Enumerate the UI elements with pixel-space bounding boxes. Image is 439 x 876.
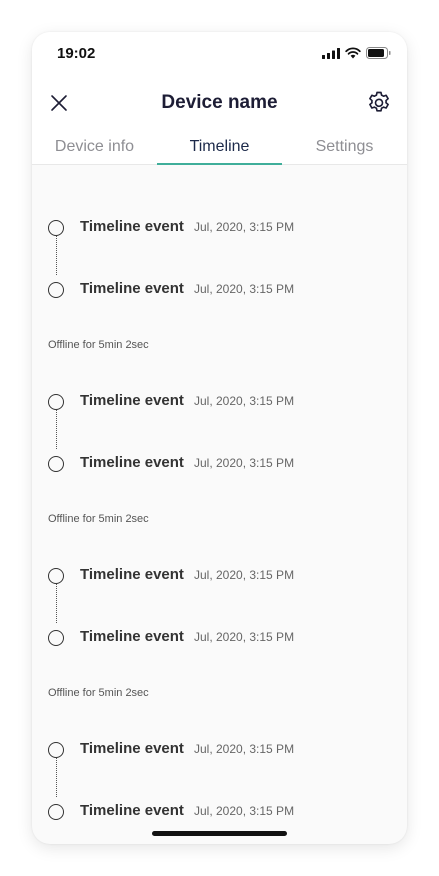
signal-icon [322, 47, 340, 59]
timeline-event[interactable]: Timeline event Jul, 2020, 3:15 PM [32, 217, 407, 241]
status-icons [322, 47, 391, 59]
event-title: Timeline event [80, 802, 184, 819]
event-dot-icon [48, 282, 64, 298]
navbar: Device name [32, 82, 407, 126]
event-time: Jul, 2020, 3:15 PM [194, 394, 295, 408]
active-tab-indicator [157, 163, 282, 165]
offline-duration: Offline for 5min 2sec [48, 513, 149, 525]
page-title: Device name [161, 92, 278, 113]
event-dot-icon [48, 394, 64, 410]
event-time: Jul, 2020, 3:15 PM [194, 220, 295, 234]
timeline-event[interactable]: Timeline event Jul, 2020, 3:15 PM [32, 627, 407, 651]
status-bar: 19:02 [32, 32, 407, 76]
event-title: Timeline event [80, 392, 184, 409]
home-indicator[interactable] [152, 831, 287, 836]
event-dot-icon [48, 220, 64, 236]
timeline-event[interactable]: Timeline event Jul, 2020, 3:15 PM [32, 279, 407, 303]
event-title: Timeline event [80, 218, 184, 235]
event-time: Jul, 2020, 3:15 PM [194, 568, 295, 582]
event-time: Jul, 2020, 3:15 PM [194, 456, 295, 470]
event-dot-icon [48, 742, 64, 758]
phone-frame: 19:02 Device name Device info Timeline S… [32, 32, 407, 844]
event-title: Timeline event [80, 628, 184, 645]
battery-icon [366, 47, 391, 59]
event-time: Jul, 2020, 3:15 PM [194, 630, 295, 644]
event-time: Jul, 2020, 3:15 PM [194, 282, 295, 296]
timeline-event[interactable]: Timeline event Jul, 2020, 3:15 PM [32, 565, 407, 589]
event-title: Timeline event [80, 280, 184, 297]
top-area: 19:02 Device name Device info Timeline S… [32, 32, 407, 165]
tab-settings[interactable]: Settings [282, 138, 407, 156]
event-dot-icon [48, 456, 64, 472]
timeline-event[interactable]: Timeline event Jul, 2020, 3:15 PM [32, 453, 407, 477]
event-title: Timeline event [80, 454, 184, 471]
tab-timeline[interactable]: Timeline [157, 138, 282, 156]
status-time: 19:02 [57, 45, 96, 62]
event-title: Timeline event [80, 566, 184, 583]
tab-device-info[interactable]: Device info [32, 138, 157, 156]
event-dot-icon [48, 630, 64, 646]
event-time: Jul, 2020, 3:15 PM [194, 742, 295, 756]
wifi-icon [345, 47, 361, 59]
timeline-event[interactable]: Timeline event Jul, 2020, 3:15 PM [32, 801, 407, 825]
timeline-event[interactable]: Timeline event Jul, 2020, 3:15 PM [32, 391, 407, 415]
event-title: Timeline event [80, 740, 184, 757]
event-dot-icon [48, 568, 64, 584]
event-dot-icon [48, 804, 64, 820]
offline-duration: Offline for 5min 2sec [48, 339, 149, 351]
gear-icon [369, 91, 389, 112]
offline-duration: Offline for 5min 2sec [48, 687, 149, 699]
event-time: Jul, 2020, 3:15 PM [194, 804, 295, 818]
settings-button[interactable] [365, 89, 393, 117]
timeline-event[interactable]: Timeline event Jul, 2020, 3:15 PM [32, 739, 407, 763]
tab-bar: Device info Timeline Settings [32, 132, 407, 165]
